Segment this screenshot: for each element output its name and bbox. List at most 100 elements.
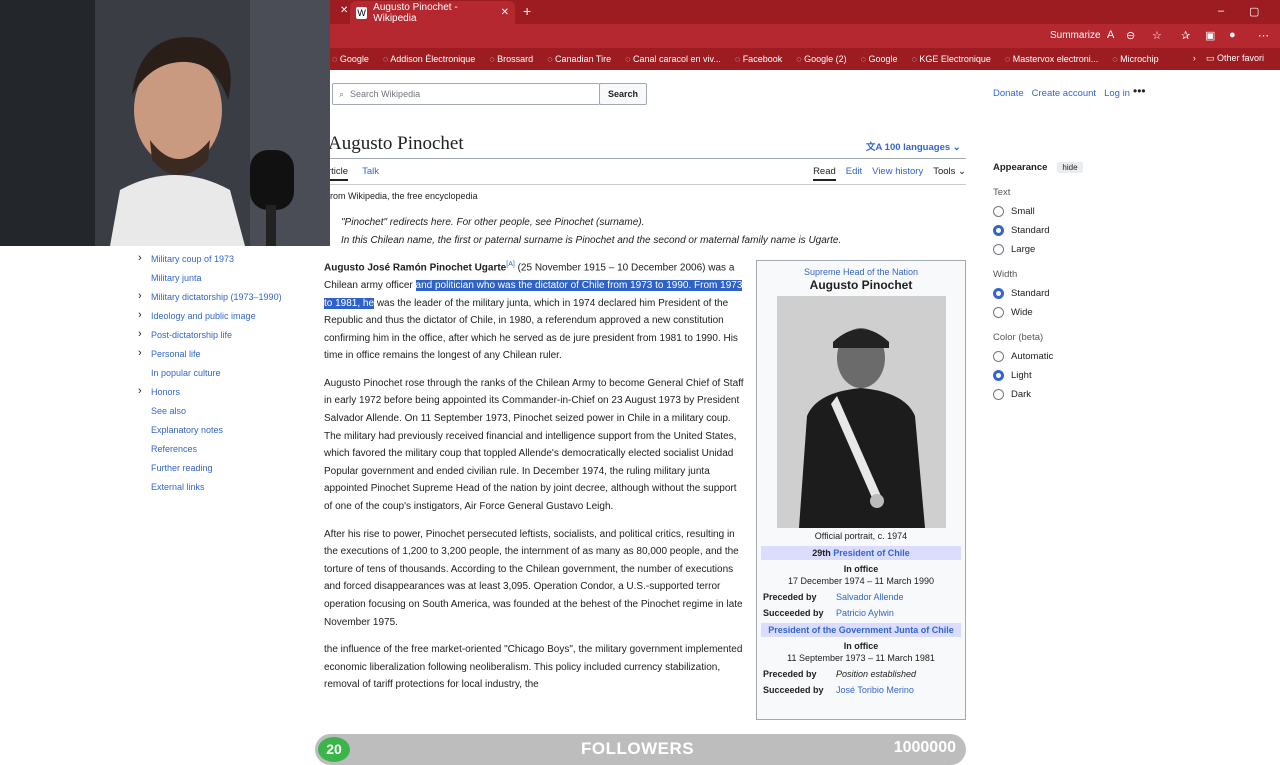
toc-item[interactable]: External links: [134, 478, 282, 497]
width-option[interactable]: Standard: [993, 288, 1153, 299]
option-label: Large: [1011, 244, 1036, 255]
bookmarks-overflow-area[interactable]: › ▭ Other favori: [1193, 53, 1264, 64]
table-of-contents: Military coup of 1973Military juntaMilit…: [134, 249, 282, 497]
successor-link[interactable]: Patricio Aylwin: [836, 608, 894, 618]
toc-item[interactable]: Explanatory notes: [134, 421, 282, 440]
bookmark[interactable]: Brossard: [489, 54, 533, 64]
close-tab-icon[interactable]: ✕: [501, 7, 509, 18]
tab-article[interactable]: rticle: [328, 166, 349, 181]
bookmark[interactable]: Microchip: [1112, 54, 1159, 64]
option-label: Standard: [1011, 288, 1050, 299]
profile-avatar-icon[interactable]: ●: [1229, 29, 1236, 41]
tab-edit[interactable]: Edit: [846, 166, 862, 181]
minimize-icon[interactable]: –: [1218, 5, 1224, 17]
radio-selected[interactable]: [993, 288, 1004, 299]
translate-icon: 文A: [866, 142, 883, 153]
option-label: Dark: [1011, 389, 1032, 400]
search-input[interactable]: ⌕ Search Wikipedia: [332, 83, 600, 105]
extension-icon[interactable]: ⊖: [1126, 29, 1135, 42]
tools-menu[interactable]: Tools ⌄: [933, 166, 966, 181]
infobox-above[interactable]: Supreme Head of the Nation: [757, 267, 965, 277]
toc-item[interactable]: Personal life: [134, 344, 282, 364]
predecessor: Position established: [836, 669, 917, 679]
toc-item[interactable]: In popular culture: [134, 364, 282, 383]
toc-item[interactable]: Military dictatorship (1973–1990): [134, 287, 282, 307]
browser-menu-icon[interactable]: ⋯: [1258, 29, 1269, 42]
office-dates: 11 September 1973 – 11 March 1981: [787, 653, 935, 663]
radio-selected[interactable]: [993, 225, 1004, 236]
chevron-right-icon[interactable]: ›: [1193, 53, 1196, 63]
citation[interactable]: [A]: [506, 261, 515, 268]
portrait-image[interactable]: [776, 296, 946, 528]
bookmark[interactable]: Canadian Tire: [547, 54, 611, 64]
text-size-option[interactable]: Large: [993, 244, 1153, 255]
tab-read[interactable]: Read: [813, 166, 836, 181]
width-option[interactable]: Wide: [993, 307, 1153, 318]
preceded-label: Preceded by: [763, 592, 817, 602]
width-label: Width: [993, 269, 1018, 280]
in-office-label: In office: [843, 564, 879, 574]
bookmark[interactable]: Google (2): [796, 54, 847, 64]
predecessor-link[interactable]: Salvador Allende: [836, 592, 904, 602]
toc-item[interactable]: References: [134, 440, 282, 459]
text: was the leader of the military junta, wh…: [324, 297, 738, 362]
text-size-option[interactable]: Standard: [993, 225, 1153, 236]
succeeded-label: Succeeded by: [763, 685, 824, 695]
log-in-link[interactable]: Log in: [1104, 88, 1130, 99]
maximize-icon[interactable]: ▢: [1249, 5, 1259, 18]
toc-item[interactable]: Post-dictatorship life: [134, 325, 282, 345]
toc-item[interactable]: Further reading: [134, 459, 282, 478]
language-button[interactable]: 文A 100 languages ⌄: [866, 139, 961, 153]
bookmark[interactable]: Facebook: [735, 54, 783, 64]
new-tab-icon[interactable]: +: [523, 3, 531, 19]
favorite-star-icon[interactable]: ☆: [1152, 29, 1162, 42]
infobox: Supreme Head of the Nation Augusto Pinoc…: [756, 260, 966, 720]
color-label: Color (beta): [993, 332, 1044, 343]
office-link[interactable]: President of the Government Junta of Chi…: [768, 625, 954, 635]
radio[interactable]: [993, 351, 1004, 362]
split-screen-icon[interactable]: ▣: [1205, 29, 1215, 42]
close-tab-icon[interactable]: ✕: [340, 5, 348, 16]
successor-link[interactable]: José Toribio Merino: [836, 685, 914, 695]
radio[interactable]: [993, 206, 1004, 217]
hatnote: "Pinochet" redirects here. For other peo…: [341, 217, 645, 228]
favorites-icon[interactable]: ✰: [1181, 29, 1190, 42]
succeeded-label: Succeeded by: [763, 608, 824, 618]
search-button[interactable]: Search: [599, 83, 647, 105]
tab-talk[interactable]: Talk: [362, 166, 379, 181]
radio[interactable]: [993, 244, 1004, 255]
donate-link[interactable]: Donate: [993, 88, 1024, 99]
paragraph: Augusto José Ramón Pinochet Ugarte[A] (2…: [324, 256, 744, 365]
color-option[interactable]: Dark: [993, 389, 1153, 400]
webcam-overlay: [0, 0, 330, 246]
bookmark[interactable]: Mastervox electroni...: [1005, 54, 1099, 64]
more-options-icon[interactable]: •••: [1133, 84, 1146, 98]
summarize-button[interactable]: Summarize: [1050, 30, 1101, 41]
bookmark[interactable]: Canal caracol en viv...: [625, 54, 721, 64]
toc-item[interactable]: Ideology and public image: [134, 306, 282, 326]
create-account-link[interactable]: Create account: [1032, 88, 1096, 99]
other-favorites[interactable]: Other favori: [1217, 53, 1264, 63]
toc-item[interactable]: See also: [134, 402, 282, 421]
search-placeholder: Search Wikipedia: [350, 89, 421, 99]
color-option[interactable]: Automatic: [993, 351, 1153, 362]
search-icon: ⌕: [339, 88, 345, 99]
bookmark[interactable]: Google: [332, 54, 369, 64]
tab-view-history[interactable]: View history: [872, 166, 923, 181]
text-size-option[interactable]: Small: [993, 206, 1153, 217]
bookmark[interactable]: KGE Electronique: [912, 54, 991, 64]
toc-item[interactable]: Military junta: [134, 269, 282, 288]
radio[interactable]: [993, 307, 1004, 318]
radio[interactable]: [993, 389, 1004, 400]
office-link[interactable]: President of Chile: [833, 548, 910, 558]
browser-tab-active[interactable]: W Augusto Pinochet - Wikipedia ✕: [350, 1, 515, 24]
hide-button[interactable]: hide: [1057, 162, 1083, 173]
toc-item[interactable]: Honors: [134, 382, 282, 402]
article-body: Augusto José Ramón Pinochet Ugarte[A] (2…: [324, 256, 744, 704]
bookmark[interactable]: Addison Électronique: [383, 54, 475, 64]
bookmark[interactable]: Google: [861, 54, 897, 64]
read-aloud-icon[interactable]: A: [1107, 29, 1114, 41]
radio-selected[interactable]: [993, 370, 1004, 381]
toc-item[interactable]: Military coup of 1973: [134, 249, 282, 269]
color-option[interactable]: Light: [993, 370, 1153, 381]
